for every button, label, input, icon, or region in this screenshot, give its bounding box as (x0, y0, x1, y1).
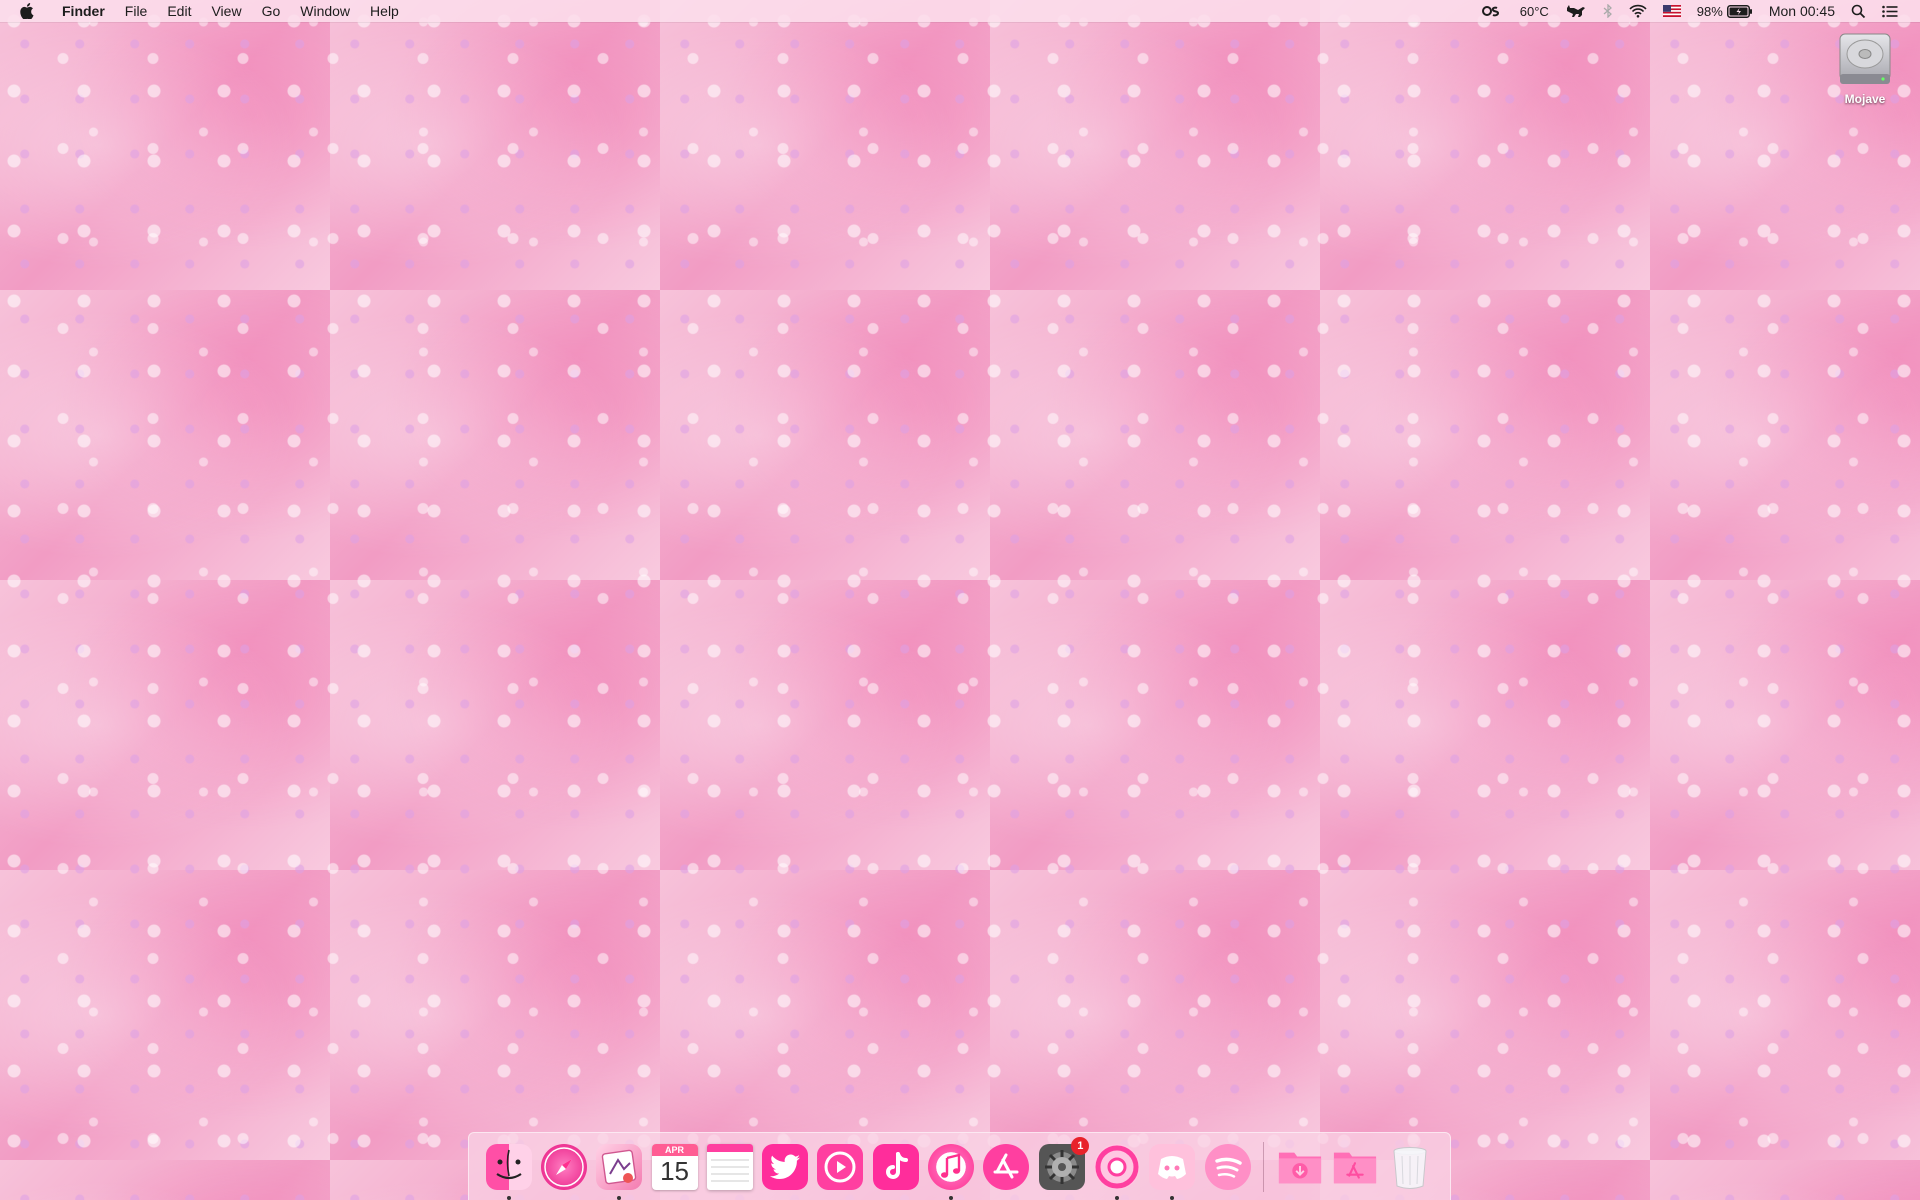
spotlight-icon[interactable] (1843, 4, 1874, 19)
dock-discord[interactable] (1149, 1143, 1196, 1200)
running-indicator (949, 1195, 954, 1200)
dock-tiktok[interactable] (872, 1143, 919, 1191)
dock-twitter[interactable] (761, 1143, 809, 1191)
menu-help[interactable]: Help (360, 0, 409, 22)
notification-center-icon[interactable] (1874, 5, 1906, 18)
appstore-icon (983, 1143, 1030, 1190)
running-indicator (617, 1195, 622, 1200)
safari-icon (540, 1143, 587, 1190)
bluetooth-icon[interactable] (1595, 4, 1621, 18)
apple-icon[interactable] (20, 3, 36, 19)
dock-calendar[interactable]: APR 15 (651, 1143, 698, 1191)
dock-finder[interactable] (485, 1143, 532, 1200)
tiktok-icon (872, 1143, 919, 1190)
drive-label: Mojave (1844, 92, 1886, 106)
battery-icon (1726, 4, 1753, 18)
downloads-folder-icon (1277, 1144, 1323, 1190)
activity-monitor-icon[interactable] (1474, 5, 1512, 17)
applications-folder-icon (1332, 1144, 1378, 1190)
dock-music[interactable] (927, 1143, 975, 1200)
dock-divider (1263, 1141, 1265, 1192)
temperature-readout[interactable]: 60°C (1512, 4, 1557, 19)
battery-status[interactable]: 98% (1689, 4, 1761, 19)
discord-icon (1149, 1143, 1196, 1190)
dock: APR 15 1 (468, 1132, 1451, 1200)
calendar-day: 15 (660, 1155, 689, 1186)
menu-file[interactable]: File (115, 0, 158, 22)
music-icon (928, 1143, 975, 1190)
battery-percent: 98% (1696, 3, 1723, 19)
menu-edit[interactable]: Edit (157, 0, 201, 22)
clock[interactable]: Mon 00:45 (1761, 3, 1843, 19)
calendar-month: APR (651, 1143, 698, 1156)
notes-icon (706, 1143, 753, 1190)
menu-app-name[interactable]: Finder (50, 0, 115, 22)
calendar-icon: APR 15 (651, 1143, 698, 1190)
dock-mail[interactable] (596, 1143, 643, 1200)
cat-icon[interactable] (1557, 4, 1595, 18)
desktop-drive-mojave[interactable]: Mojave (1828, 30, 1902, 106)
dock-safari[interactable] (540, 1143, 587, 1191)
running-indicator (1170, 1195, 1175, 1200)
running-indicator (506, 1195, 511, 1200)
menu-go[interactable]: Go (252, 0, 291, 22)
dock-applications-folder[interactable] (1331, 1143, 1378, 1191)
wifi-icon[interactable] (1621, 4, 1655, 18)
dock-media-player[interactable] (817, 1143, 864, 1191)
menu-view[interactable]: View (201, 0, 251, 22)
dock-spotify[interactable] (1204, 1143, 1251, 1191)
dock-system-preferences[interactable]: 1 (1038, 1136, 1090, 1191)
dock-trash[interactable] (1387, 1143, 1434, 1191)
menu-bar: Finder File Edit View Go Window Help 60°… (0, 0, 1920, 22)
dock-chrome[interactable] (1093, 1143, 1140, 1200)
twitter-icon (762, 1143, 809, 1190)
dock-notes[interactable] (706, 1143, 753, 1191)
dock-downloads-folder[interactable] (1276, 1143, 1323, 1191)
us-flag-icon[interactable] (1655, 5, 1689, 17)
notification-badge: 1 (1071, 1136, 1090, 1155)
hard-drive-icon (1838, 30, 1892, 88)
trash-icon (1387, 1144, 1433, 1190)
menu-window[interactable]: Window (290, 0, 360, 22)
chrome-icon (1093, 1143, 1140, 1190)
spotify-icon (1204, 1143, 1251, 1190)
running-indicator (1114, 1195, 1119, 1200)
mail-icon (596, 1143, 643, 1190)
finder-icon (485, 1143, 532, 1190)
dock-app-store[interactable] (983, 1143, 1030, 1191)
play-icon (817, 1143, 864, 1190)
